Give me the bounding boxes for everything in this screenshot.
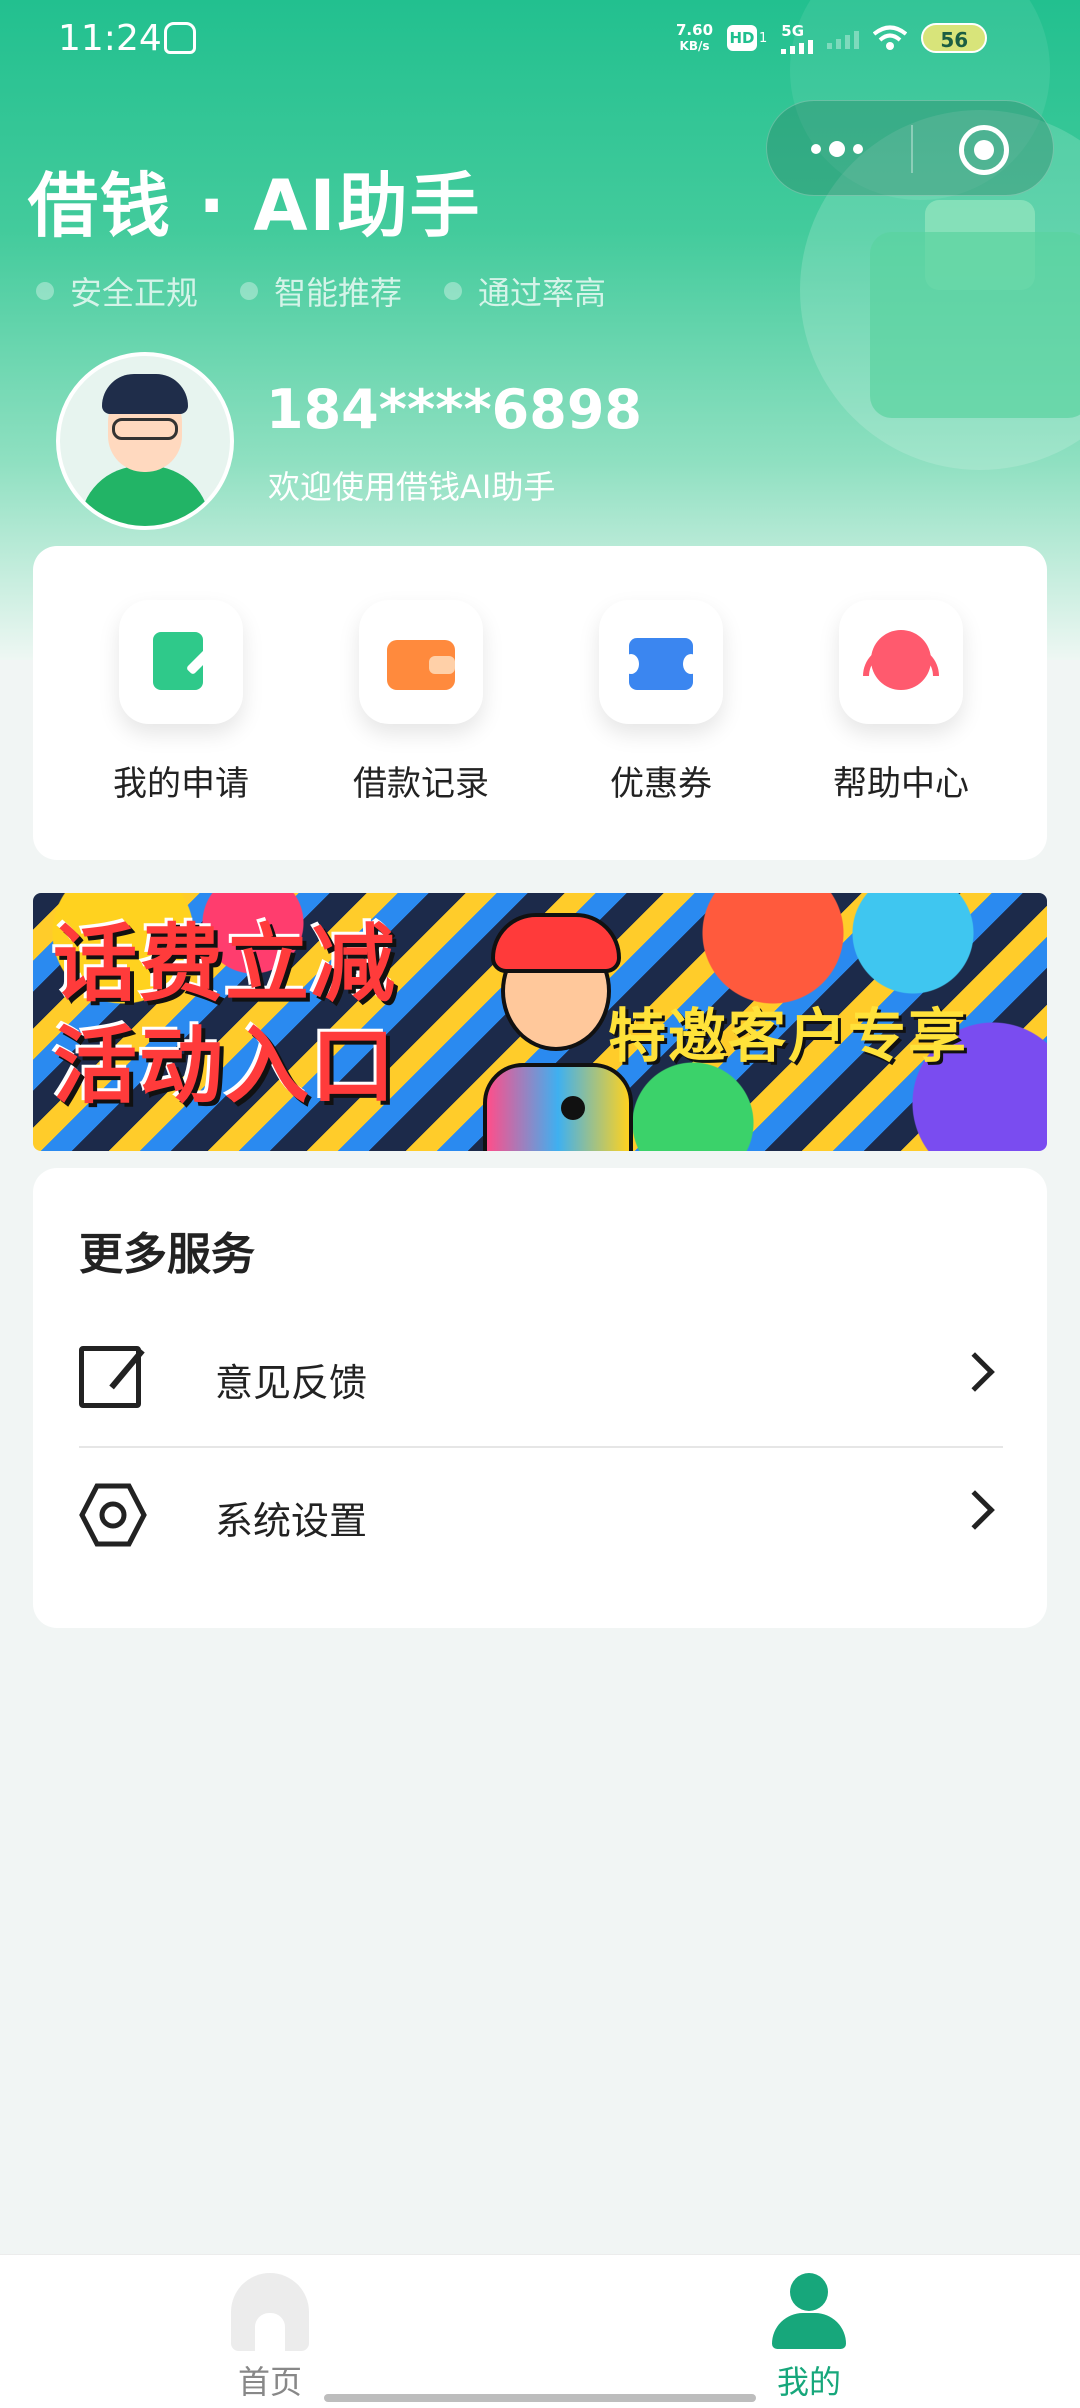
android-notification-icon <box>164 22 196 54</box>
tab-home[interactable]: 首页 <box>170 2273 370 2403</box>
chevron-right-icon <box>955 1352 995 1392</box>
service-item-label: 意见反馈 <box>215 1361 368 1405</box>
service-item-settings[interactable]: 系统设置 <box>79 1448 1003 1578</box>
quick-action-label: 借款记录 <box>353 764 489 804</box>
status-bar: 11:24 7.60 KB/s HD 1 5G 56 <box>0 0 1080 84</box>
banner-headline-line1: 话费立减 <box>53 915 398 1013</box>
hex-settings-icon <box>79 1482 147 1548</box>
quick-action-label: 我的申请 <box>113 764 249 804</box>
service-item-feedback[interactable]: 意见反馈 <box>79 1310 1003 1440</box>
status-time: 11:24 <box>58 18 162 59</box>
headset-icon <box>839 600 963 724</box>
tag-dot-icon <box>240 282 259 300</box>
feature-tag: 安全正规 <box>36 268 198 314</box>
feature-tag: 智能推荐 <box>240 268 402 314</box>
more-services-card: 更多服务 意见反馈 系统设置 <box>33 1168 1047 1628</box>
miniprogram-capsule <box>766 100 1054 196</box>
signal-bars-secondary-icon <box>827 27 860 49</box>
feature-tag-label: 智能推荐 <box>274 274 403 312</box>
network-type: 5G <box>781 22 805 40</box>
bottom-tabbar: 首页 我的 <box>0 2254 1080 2408</box>
signal-5g-icon: 5G <box>781 22 814 54</box>
quick-action-help-center[interactable]: 帮助中心 <box>811 600 991 805</box>
quick-action-label: 优惠券 <box>610 764 712 804</box>
service-item-label: 系统设置 <box>215 1499 368 1543</box>
net-speed: 7.60 KB/s <box>676 22 713 54</box>
net-speed-value: 7.60 <box>676 21 714 39</box>
signal-bars-icon <box>781 40 814 54</box>
feedback-edit-icon <box>79 1344 145 1410</box>
hd-sim-number: 1 <box>759 30 768 46</box>
tag-dot-icon <box>444 282 463 300</box>
wallet-icon <box>359 600 483 724</box>
capsule-divider <box>911 125 913 173</box>
home-icon <box>231 2273 309 2351</box>
quick-action-my-applications[interactable]: 我的申请 <box>91 600 271 805</box>
decor-wallet-icon <box>870 232 1080 418</box>
quick-actions-card: 我的申请 借款记录 优惠券 帮助中心 <box>33 546 1047 860</box>
person-icon <box>770 2273 848 2351</box>
section-title: 更多服务 <box>79 1229 255 1280</box>
quick-action-loan-records[interactable]: 借款记录 <box>331 600 511 805</box>
battery-level: 56 <box>940 28 969 52</box>
battery-icon: 56 <box>921 23 988 53</box>
net-speed-unit: KB/s <box>679 39 710 53</box>
user-phone: 184****6898 <box>266 378 642 441</box>
hd-badge-text: HD <box>729 29 755 47</box>
banner-headline-line2: 活动入口 <box>53 1017 398 1115</box>
close-target-icon[interactable] <box>959 125 1009 175</box>
hd-badge-icon: HD <box>727 25 758 51</box>
page-title: 借钱 · AI助手 <box>28 165 482 247</box>
coupon-icon <box>599 600 723 724</box>
banner-page-indicator <box>561 1096 585 1120</box>
chevron-right-icon <box>955 1490 995 1530</box>
promo-banner[interactable]: 话费立减 活动入口 特邀客户专享 <box>33 893 1047 1151</box>
tag-dot-icon <box>36 282 54 300</box>
banner-headline: 话费立减 活动入口 <box>53 913 397 1117</box>
feature-tag: 通过率高 <box>444 268 606 314</box>
tab-mine[interactable]: 我的 <box>709 2273 909 2403</box>
document-edit-icon <box>119 600 243 724</box>
welcome-text: 欢迎使用借钱AI助手 <box>268 468 556 506</box>
avatar[interactable] <box>56 352 234 530</box>
feature-tags: 安全正规 智能推荐 通过率高 <box>36 268 606 314</box>
more-dots-icon[interactable] <box>767 101 907 197</box>
home-indicator[interactable] <box>324 2394 756 2402</box>
quick-action-coupons[interactable]: 优惠券 <box>571 600 751 805</box>
quick-action-label: 帮助中心 <box>833 764 969 804</box>
banner-subtitle: 特邀客户专享 <box>608 1002 969 1070</box>
feature-tag-label: 通过率高 <box>478 274 607 312</box>
wifi-icon <box>873 25 908 50</box>
feature-tag-label: 安全正规 <box>70 274 199 312</box>
status-indicators: 7.60 KB/s HD 1 5G 56 <box>676 22 988 54</box>
